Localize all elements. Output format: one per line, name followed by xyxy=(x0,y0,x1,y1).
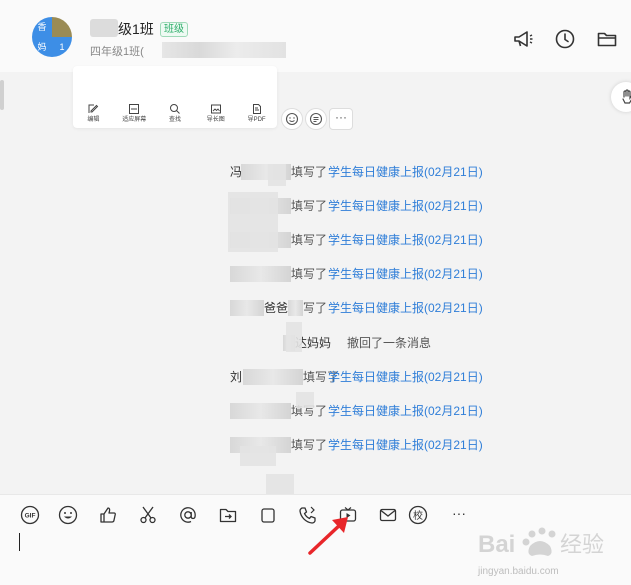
system-message: 填写了 学生每日健康上报(02月21日) xyxy=(0,196,631,216)
health-report-link[interactable]: 学生每日健康上报(02月21日) xyxy=(328,162,483,182)
health-report-link[interactable]: 学生每日健康上报(02月21日) xyxy=(328,196,483,216)
scissors-icon[interactable] xyxy=(138,505,158,525)
fit-screen-icon xyxy=(129,104,140,114)
svg-text:经验: 经验 xyxy=(560,533,604,558)
doc-tool-label: 适应屏幕 xyxy=(122,117,147,123)
svg-text:Bai: Bai xyxy=(478,531,515,558)
emoji-reply-button[interactable] xyxy=(281,108,303,130)
health-report-link[interactable]: 学生每日健康上报(02月21日) xyxy=(328,435,483,455)
message-sender: 刘 xyxy=(230,370,243,384)
folder-send-icon[interactable] xyxy=(218,505,238,525)
health-report-link[interactable]: 学生每日健康上报(02月21日) xyxy=(328,367,483,387)
system-message: 填写了 学生每日健康上报(02月21日) xyxy=(0,435,631,455)
system-message: 填写了 学生每日健康上报(02月21日) xyxy=(0,230,631,250)
document-preview-card[interactable]: 编辑 适应屏幕 查找 导长图 导PDF xyxy=(73,66,277,128)
system-message: 填写了 学生每日健康上报(02月21日) xyxy=(0,401,631,421)
group-type-badge: 班级 xyxy=(160,22,188,37)
group-subtitle: 四年级1班( xyxy=(90,46,144,58)
more-icon[interactable]: ··· xyxy=(449,503,469,523)
avatar-quadrant: 香 xyxy=(32,17,52,37)
doc-tool-label: 查找 xyxy=(168,117,181,123)
at-icon[interactable] xyxy=(178,505,198,525)
doc-tool-export-image[interactable]: 导长图 xyxy=(195,100,236,128)
hand-tool-button[interactable] xyxy=(611,82,631,112)
system-message: 爸爸 写了 学生每日健康上报(02月21日) xyxy=(0,298,631,318)
doc-tool-export-pdf[interactable]: 导PDF xyxy=(236,100,277,128)
doc-tool-search[interactable]: 查找 xyxy=(155,100,196,128)
text-caret xyxy=(19,533,20,551)
avatar-quadrant: 1 xyxy=(52,37,72,57)
megaphone-icon[interactable] xyxy=(512,28,534,50)
mail-icon[interactable] xyxy=(378,505,398,525)
redacted-area xyxy=(286,322,302,352)
redacted-area xyxy=(162,42,286,58)
emoji-icon[interactable] xyxy=(58,505,78,525)
annotation-arrow-icon xyxy=(308,517,348,555)
message-sender: 爸爸 xyxy=(264,301,289,315)
system-message: 填写了 学生每日健康上报(02月21日) xyxy=(0,264,631,284)
watermark-url: jingyan.baidu.com xyxy=(478,566,559,577)
redacted-area xyxy=(230,266,291,282)
message-action: 填写了 xyxy=(291,199,328,213)
doc-tool-label: 编辑 xyxy=(87,117,100,123)
scrollbar[interactable] xyxy=(0,80,4,110)
doc-tool-label: 导PDF xyxy=(247,117,266,123)
folder-icon[interactable] xyxy=(596,28,618,50)
avatar-quadrant: 妈 xyxy=(32,37,52,57)
redacted-area xyxy=(296,392,314,408)
doc-tool-fit-screen[interactable]: 适应屏幕 xyxy=(114,100,155,128)
emoji-icon xyxy=(285,112,299,126)
message-action: 撤回了一条消息 xyxy=(347,336,432,350)
export-pdf-icon xyxy=(252,104,261,114)
doc-tool-edit[interactable]: 编辑 xyxy=(73,100,114,128)
message-more-button[interactable]: ··· xyxy=(329,108,353,130)
message-action: 填写了 xyxy=(291,267,328,281)
document-toolbar: 编辑 适应屏幕 查找 导长图 导PDF xyxy=(73,100,277,128)
doc-tool-label: 导长图 xyxy=(206,117,225,123)
health-report-link[interactable]: 学生每日健康上报(02月21日) xyxy=(328,401,483,421)
quote-button[interactable] xyxy=(305,108,327,130)
system-message: 冯 填写了 学生每日健康上报(02月21日) xyxy=(0,162,631,182)
redacted-area xyxy=(90,19,118,37)
redacted-area xyxy=(240,446,276,466)
baidu-watermark-icon: Bai 经验 xyxy=(478,527,604,558)
check-label: 校 xyxy=(413,509,423,522)
quote-icon xyxy=(309,112,323,126)
search-icon xyxy=(169,104,180,114)
thumbs-up-icon[interactable] xyxy=(98,505,118,525)
group-title: 级1班 xyxy=(118,21,154,37)
gif-icon[interactable]: GIF xyxy=(20,505,40,525)
hand-icon xyxy=(622,89,631,104)
redacted-area xyxy=(230,403,291,419)
clip-icon[interactable] xyxy=(258,505,278,525)
group-avatar[interactable]: 香 妈 1 xyxy=(32,17,72,57)
health-report-link[interactable]: 学生每日健康上报(02月21日) xyxy=(328,230,483,250)
redacted-area xyxy=(268,164,286,186)
message-action: 填写了 xyxy=(291,438,328,452)
message-action: 填写了 xyxy=(291,233,328,247)
message-action: 写了 xyxy=(303,301,328,315)
health-report-link[interactable]: 学生每日健康上报(02月21日) xyxy=(328,264,483,284)
health-report-link[interactable]: 学生每日健康上报(02月21日) xyxy=(328,298,483,318)
export-image-icon xyxy=(210,104,221,114)
message-action: 填写了 xyxy=(291,165,328,179)
check-mark-icon[interactable]: 校 xyxy=(408,505,428,525)
redacted-area xyxy=(228,192,278,252)
system-message: 达妈妈 撤回了一条消息 xyxy=(0,333,631,353)
redacted-area xyxy=(243,369,303,385)
chat-header: 香 妈 1 级1班 班级 四年级1班( xyxy=(0,0,631,72)
avatar-photo xyxy=(52,17,72,37)
redacted-area xyxy=(288,300,303,316)
clock-icon[interactable] xyxy=(554,28,576,50)
redacted-area xyxy=(230,300,264,316)
system-message: 刘 填写了 学生每日健康上报(02月21日) xyxy=(0,367,631,387)
gif-label: GIF xyxy=(25,513,36,520)
edit-icon xyxy=(88,104,99,113)
